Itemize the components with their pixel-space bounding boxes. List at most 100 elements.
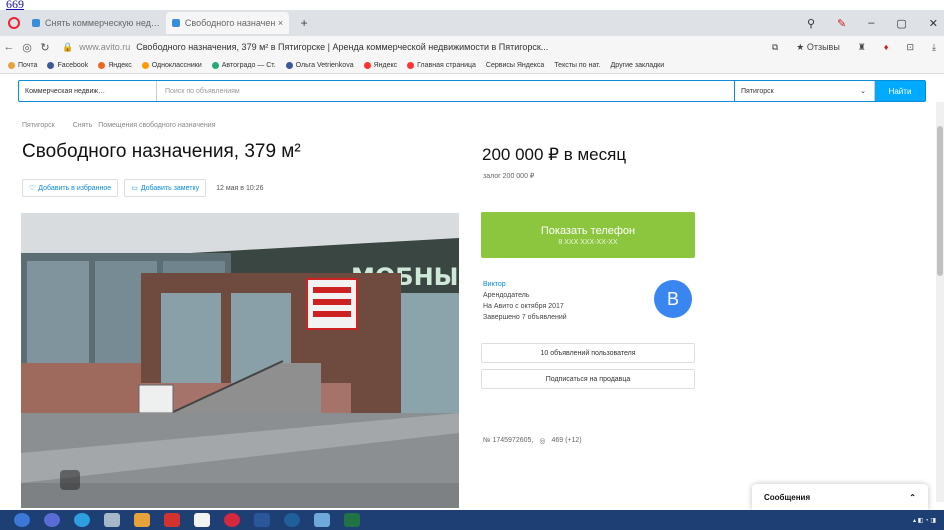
search-button[interactable]: Найти xyxy=(875,81,925,101)
window-controls: ⚲ ✎ – ▢ ✕ xyxy=(807,10,938,36)
opera-icon[interactable] xyxy=(224,513,240,527)
phone-number-masked: 8 XXX XXX-XX-XX xyxy=(558,238,618,246)
messages-panel[interactable]: Сообщения ⌃ xyxy=(752,484,928,510)
lock-icon: 🔒 xyxy=(62,41,74,52)
bookmark-item[interactable]: Главная страница xyxy=(407,62,476,69)
bookmark-item[interactable]: Сервисы Яндекса xyxy=(486,62,544,69)
search-input[interactable]: Поиск по объявлениям xyxy=(157,81,735,101)
app-icon[interactable] xyxy=(164,513,180,527)
breadcrumb-item[interactable]: Снять xyxy=(73,122,93,129)
avatar[interactable]: B xyxy=(654,280,692,318)
bookmark-item[interactable]: Яндекс xyxy=(98,62,132,69)
chevron-up-icon[interactable]: ⌃ xyxy=(909,493,916,502)
seller-role: Арендодатель xyxy=(483,292,530,299)
page-scrollbar[interactable] xyxy=(936,102,944,502)
button-label: Добавить в избранное xyxy=(38,184,112,192)
speed-dial-icon[interactable]: ◎ xyxy=(18,41,36,54)
back-icon[interactable]: ← xyxy=(0,41,18,53)
bookmark-item[interactable]: Автоградо — Ст. xyxy=(211,62,276,69)
listing-actions: ♡ Добавить в избранное ▭ Добавить заметку … xyxy=(22,179,263,197)
bookmark-icon[interactable]: ♜ xyxy=(858,42,866,53)
eye-icon: ◎ xyxy=(539,438,546,445)
page-title: Свободного назначения, 379 м² xyxy=(22,141,301,162)
phone-button-label: Показать телефон xyxy=(540,224,636,237)
category-select-value: Коммерческая недвиж… xyxy=(25,87,106,95)
category-select[interactable]: Коммерческая недвиж… xyxy=(19,81,157,101)
system-tray: ▴ ◧ ◔ ◨ xyxy=(913,510,936,530)
extension-icon[interactable]: ✎ xyxy=(837,17,846,30)
avito-favicon-icon xyxy=(171,19,180,27)
bookmark-item[interactable]: Тексты по нат. xyxy=(554,62,600,69)
bookmark-item[interactable]: Facebook xyxy=(47,62,88,69)
bookmark-item[interactable]: Яндекс xyxy=(363,62,397,69)
breadcrumb: Пятигорск Снять Помещения свободного наз… xyxy=(22,122,215,129)
download-icon[interactable]: ⤓ xyxy=(932,42,936,53)
heart-icon: ♡ xyxy=(29,185,36,192)
maximize-button[interactable]: ▢ xyxy=(896,17,906,30)
ad-id: № 1745972605, xyxy=(483,437,534,444)
bookmark-item[interactable]: Почта xyxy=(8,62,37,69)
fullscreen-icon[interactable] xyxy=(60,470,80,490)
start-icon[interactable] xyxy=(14,513,30,527)
address-bar: ← ◎ ↻ 🔒 www.avito.ru Свободного назначен… xyxy=(0,36,944,58)
browser-icon[interactable] xyxy=(74,513,90,527)
tab-listing[interactable]: Свободного назначен × xyxy=(165,12,290,34)
address-actions: ⧉ ★ Отзывы ♜ ♦ ⊡ ⤓ xyxy=(772,36,936,58)
seller-info: Виктор Арендодатель На Авито с октября 2… xyxy=(483,279,567,323)
tab-label: Свободного назначен × xyxy=(184,18,284,28)
breadcrumb-item[interactable]: Пятигорск xyxy=(22,122,55,129)
price: 200 000 ₽ в месяц xyxy=(482,145,627,164)
translate-icon[interactable]: ⧉ xyxy=(772,42,778,53)
profile-icon[interactable]: ♦ xyxy=(884,42,889,52)
subscribe-seller-button[interactable]: Подписаться на продавца xyxy=(481,369,695,389)
close-icon[interactable]: ✕ xyxy=(929,17,938,30)
new-tab-button[interactable]: + xyxy=(295,15,313,31)
seller-since: На Авито с октября 2017 xyxy=(483,303,564,310)
breadcrumb-item[interactable]: Помещения свободного назначения xyxy=(98,122,215,129)
windows-taskbar: ▴ ◧ ◔ ◨ xyxy=(0,510,944,530)
sidebar-icon[interactable]: ⊡ xyxy=(906,42,914,53)
seller-name-link[interactable]: Виктор xyxy=(483,279,567,290)
bookmark-item[interactable]: Ольга Vetrienkova xyxy=(285,62,354,69)
folder-icon[interactable] xyxy=(134,513,150,527)
publish-date: 12 мая в 10:26 xyxy=(216,184,264,192)
page-top: 669 xyxy=(0,0,944,11)
word-icon[interactable] xyxy=(254,513,270,527)
reload-icon[interactable]: ↻ xyxy=(36,41,54,54)
add-note-button[interactable]: ▭ Добавить заметку xyxy=(124,179,207,197)
chevron-down-icon: ⌄ xyxy=(860,88,866,95)
minimize-button[interactable]: – xyxy=(868,17,874,29)
bookmark-item[interactable]: Другие закладки xyxy=(611,62,665,69)
view-count: 469 (+12) xyxy=(551,437,582,444)
bookmark-item[interactable]: Одноклассники xyxy=(141,62,202,69)
avito-favicon-icon xyxy=(32,19,40,27)
tab-search-results[interactable]: Снять коммерческую нед… xyxy=(26,12,166,34)
yandex-icon[interactable] xyxy=(194,513,210,527)
search-icon[interactable]: ⚲ xyxy=(807,17,815,30)
excel-icon[interactable] xyxy=(344,513,360,527)
avito-search-bar: Коммерческая недвиж… Поиск по объявления… xyxy=(18,80,926,102)
show-phone-button[interactable]: Показать телефон 8 XXX XXX-XX-XX xyxy=(481,212,695,258)
city-value: Пятигорск xyxy=(741,87,774,95)
app-icon[interactable] xyxy=(104,513,120,527)
city-select[interactable]: Пятигорск ⌄ xyxy=(735,81,875,101)
browser-tab-strip: Снять коммерческую нед… Свободного назна… xyxy=(0,10,944,36)
tray-icons[interactable]: ▴ ◧ ◔ ◨ xyxy=(913,517,936,524)
app-icon[interactable] xyxy=(314,513,330,527)
url-field[interactable]: 🔒 www.avito.ru Свободного назначения, 37… xyxy=(62,42,622,53)
app-icon[interactable] xyxy=(284,513,300,527)
bookmarks-bar: Почта Facebook Яндекс Одноклассники Авто… xyxy=(0,58,944,74)
reviews-icon[interactable]: ★ Отзывы xyxy=(796,42,840,53)
note-icon: ▭ xyxy=(131,185,138,192)
scrollbar-thumb[interactable] xyxy=(937,126,943,276)
add-to-favorites-button[interactable]: ♡ Добавить в избранное xyxy=(22,179,119,197)
url-host: www.avito.ru xyxy=(79,42,131,52)
seller-ads-button[interactable]: 10 объявлений пользователя xyxy=(481,343,695,363)
listing-photo[interactable]: МОБНЫЕ xyxy=(21,213,459,508)
app-icon[interactable] xyxy=(44,513,60,527)
url-page-title: Свободного назначения, 379 м² в Пятигорс… xyxy=(136,42,549,52)
opera-logo-icon[interactable] xyxy=(8,17,20,29)
building-photo-illustration: МОБНЫЕ xyxy=(21,213,459,508)
button-label: Добавить заметку xyxy=(140,184,200,192)
messages-label: Сообщения xyxy=(764,492,811,502)
